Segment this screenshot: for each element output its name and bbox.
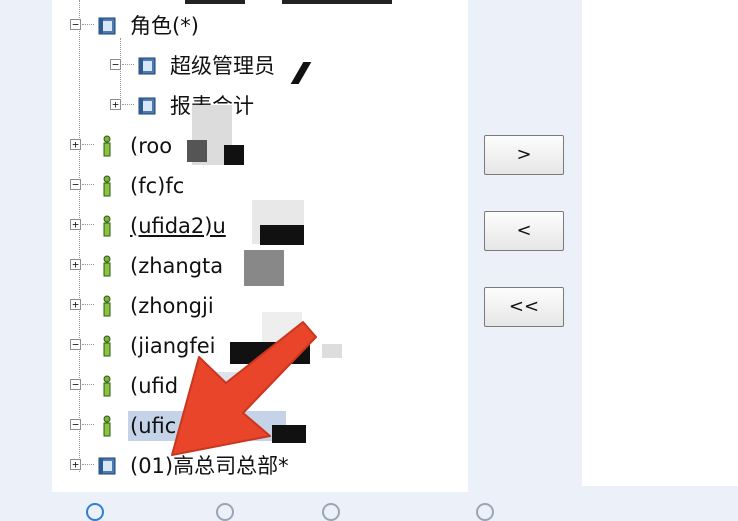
annotation-arrow-icon: [171, 321, 317, 456]
